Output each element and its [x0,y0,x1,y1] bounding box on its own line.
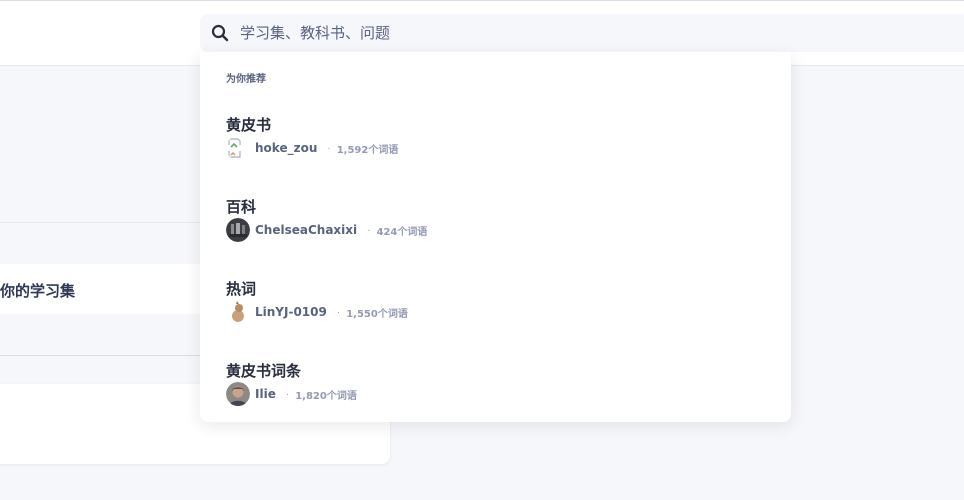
search-bar[interactable] [200,14,964,52]
suggestion-item[interactable]: 百科 ChelseaChaxixi · 424个词语 [226,196,766,256]
term-count: 424个词语 [376,226,428,238]
search-input[interactable] [240,24,740,42]
search-icon[interactable] [210,23,230,43]
broken-image-icon [226,136,250,160]
suggestion-item[interactable]: 热词 LinYJ-0109 · 1,550个词语 [226,278,766,338]
user-avatar [226,382,250,406]
user-avatar [226,300,250,324]
search-suggestions-dropdown: 为你推荐 黄皮书 hoke_zou · 1,592个词语 百科 ChelseaC… [200,52,791,422]
suggestion-title: 热词 [226,280,257,298]
suggestion-item[interactable]: 黄皮书 hoke_zou · 1,592个词语 [226,114,766,174]
suggestion-title: 黄皮书 [226,116,272,134]
suggestion-item[interactable]: 黄皮书词条 Ilie · 1,820个词语 [226,360,766,420]
author-username[interactable]: ChelseaChaxixi [255,223,357,237]
divider [0,222,200,223]
author-username[interactable]: Ilie [255,387,276,401]
suggestion-title: 百科 [226,198,257,216]
term-count: 1,592个词语 [336,144,399,156]
user-avatar [226,218,250,242]
separator: · [336,306,341,318]
separator: · [367,224,371,236]
author-username[interactable]: hoke_zou [255,141,317,155]
suggestion-title: 黄皮书词条 [226,362,302,380]
separator: · [327,142,331,154]
separator: · [285,388,290,400]
study-sets-label: 你的学习集 [0,282,76,300]
section-label: 为你推荐 [226,74,266,85]
page: 你的学习集 为你推荐 黄皮书 hoke_zou · 1,592个词语 [0,0,964,500]
study-sets-card[interactable]: 你的学习集 [0,264,200,314]
author-username[interactable]: LinYJ-0109 [255,305,327,319]
term-count: 1,550个词语 [346,308,408,320]
term-count: 1,820个词语 [295,390,357,402]
